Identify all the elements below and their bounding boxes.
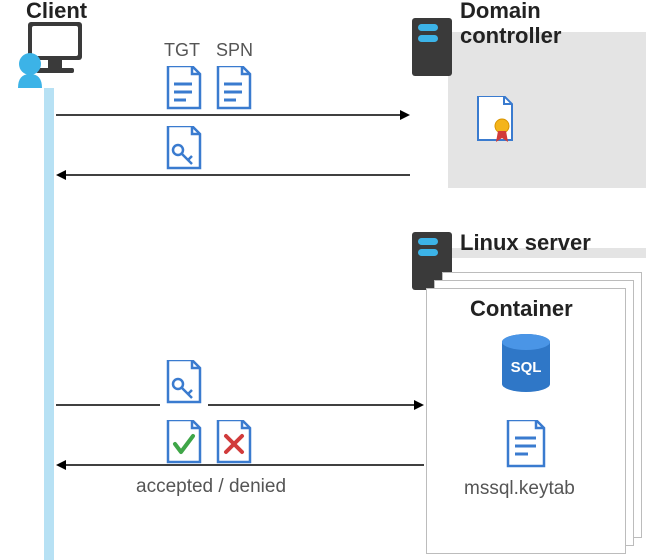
keytab-doc-icon — [506, 420, 546, 468]
tgt-label: TGT — [164, 40, 200, 61]
client-icon — [14, 18, 86, 90]
tgt-doc-icon — [166, 66, 202, 110]
domain-controller-label: Domain controller — [460, 0, 561, 49]
key-doc-icon-2 — [166, 360, 202, 404]
spn-label: SPN — [216, 40, 253, 61]
arrow-client-to-server-1 — [56, 398, 160, 412]
arrow-client-to-dc — [56, 108, 410, 122]
client-lifeline — [44, 88, 54, 560]
key-doc-icon-1 — [166, 126, 202, 170]
result-label: accepted / denied — [136, 476, 286, 498]
keytab-label: mssql.keytab — [464, 478, 575, 500]
server-icon — [412, 18, 452, 76]
arrow-client-to-server-2 — [208, 398, 424, 412]
certificate-icon — [474, 96, 514, 144]
spn-doc-icon — [216, 66, 252, 110]
svg-text:SQL: SQL — [511, 359, 542, 376]
client-label: Client — [26, 0, 87, 24]
arrow-server-to-client — [56, 458, 424, 472]
linux-server-label: Linux server — [460, 230, 591, 256]
arrow-dc-to-client — [56, 168, 410, 182]
sql-database-icon: SQL — [500, 334, 552, 394]
container-label: Container — [470, 296, 573, 322]
